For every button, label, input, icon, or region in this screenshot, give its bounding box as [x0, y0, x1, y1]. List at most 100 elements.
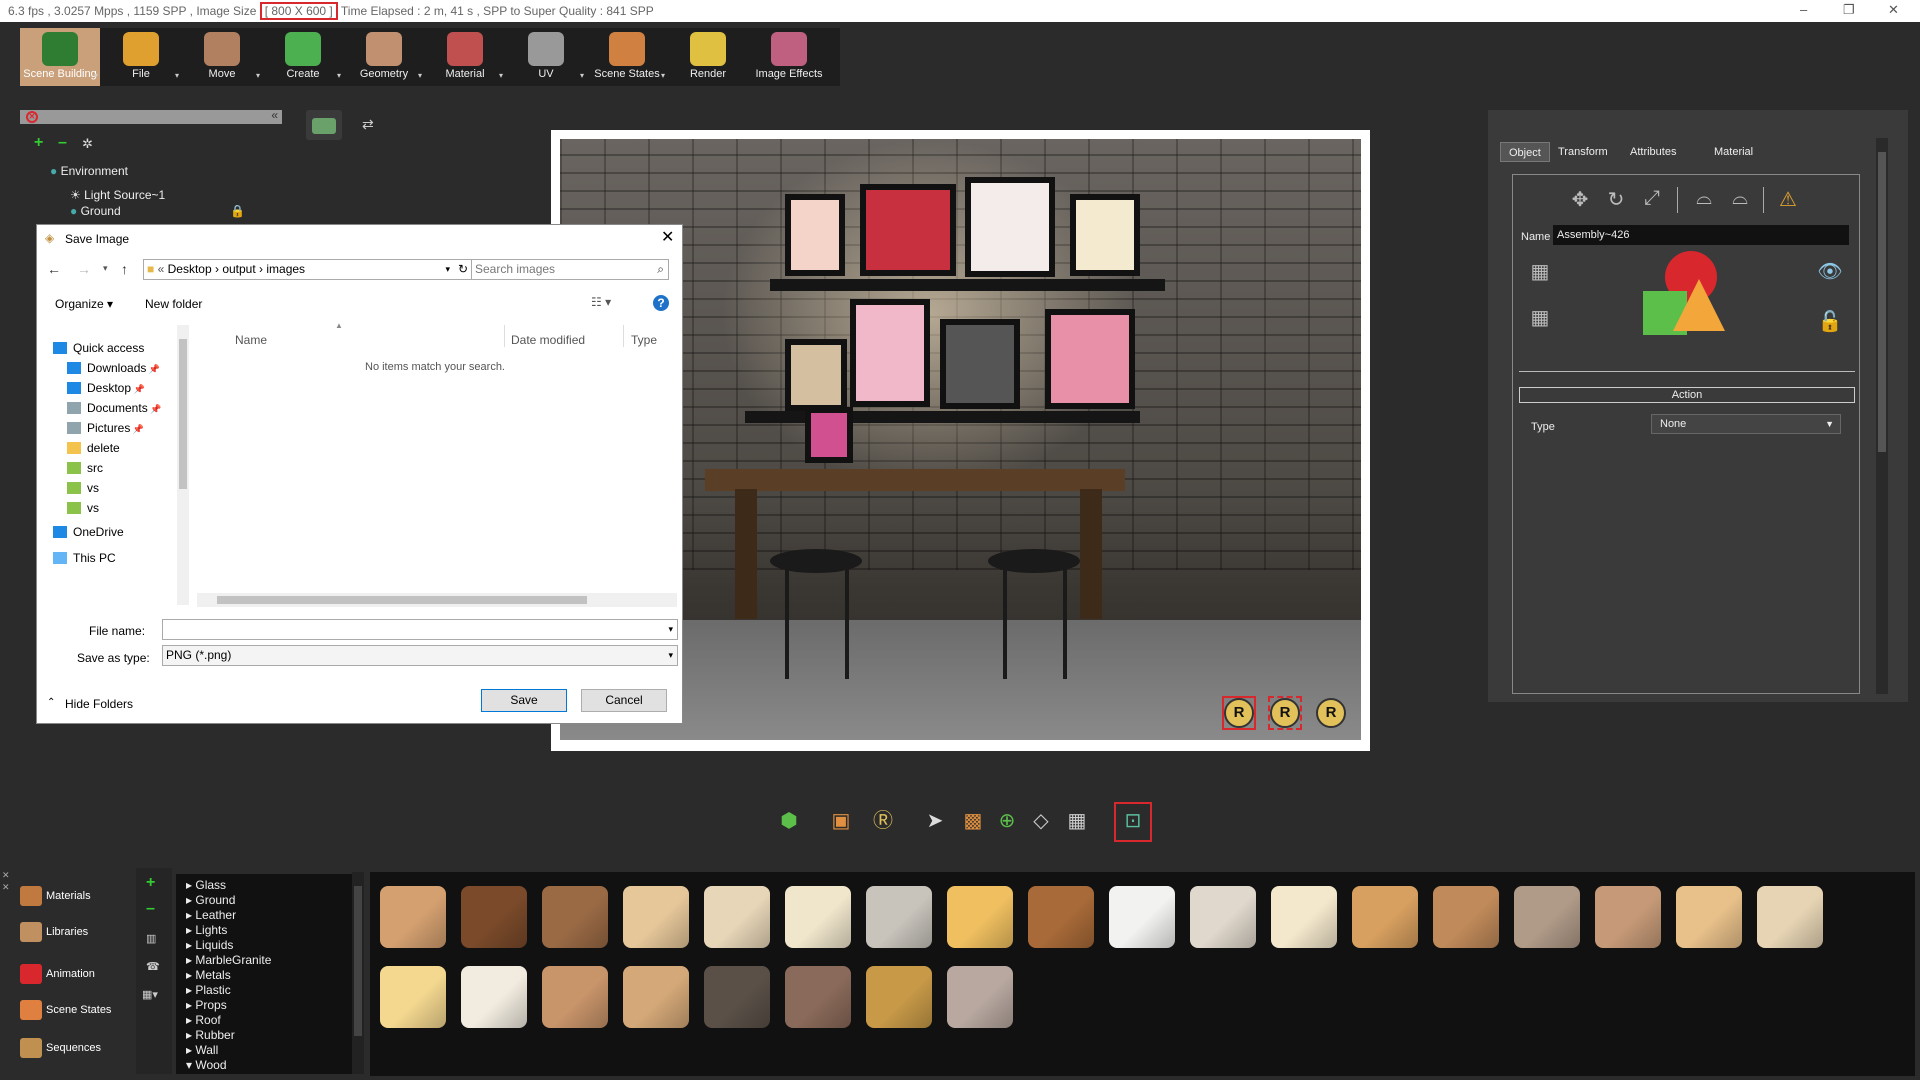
- close-panel-icon[interactable]: ✕: [26, 111, 38, 123]
- save-button[interactable]: Save: [481, 689, 567, 712]
- zoom-fit-icon[interactable]: ⊕: [992, 806, 1022, 836]
- texture-icon[interactable]: ▩: [958, 806, 988, 836]
- type-select[interactable]: None ▼: [1651, 414, 1841, 434]
- address-dropdown-icon[interactable]: ▾: [445, 260, 450, 279]
- pointer-icon[interactable]: ➤: [920, 806, 950, 836]
- category-item[interactable]: ▸ Props: [186, 998, 227, 1013]
- expand-icon[interactable]: ✕: [2, 882, 10, 893]
- category-item[interactable]: ▸ Metals: [186, 968, 231, 983]
- add-icon[interactable]: +: [146, 874, 155, 892]
- collapse-panel-icon[interactable]: «: [271, 108, 278, 122]
- view-options-icon[interactable]: ☷ ▾: [591, 295, 611, 309]
- material-swatch[interactable]: [1352, 886, 1418, 948]
- category-item[interactable]: ▸ Lights: [186, 923, 227, 938]
- nav-scrollbar[interactable]: [177, 325, 189, 605]
- expand-arrow-icon[interactable]: ▸: [186, 1043, 195, 1057]
- palette-icon[interactable]: ▦▾: [142, 988, 158, 1001]
- material-swatch[interactable]: [704, 886, 770, 948]
- frame-icon[interactable]: ▣: [826, 806, 856, 836]
- material-swatch[interactable]: [1676, 886, 1742, 948]
- nav-item-4[interactable]: Pictures 📌: [67, 417, 144, 439]
- library-side-item-1[interactable]: Libraries: [20, 916, 130, 948]
- expand-arrow-icon[interactable]: ▸: [186, 908, 195, 922]
- material-swatch[interactable]: [1190, 886, 1256, 948]
- rotate-icon[interactable]: ↻: [1603, 187, 1629, 213]
- snap-rotate-icon[interactable]: ⌓: [1727, 187, 1753, 213]
- column-date[interactable]: Date modified: [511, 333, 585, 347]
- lock-icon[interactable]: 🔒: [230, 204, 245, 218]
- render-icon[interactable]: Ⓡ: [868, 806, 898, 836]
- wireframe-icon[interactable]: ◇: [1026, 806, 1056, 836]
- dropdown-chevron-icon[interactable]: ▾: [175, 71, 179, 80]
- properties-scrollbar[interactable]: [1876, 138, 1888, 694]
- dropdown-chevron-icon[interactable]: ▾: [418, 71, 422, 80]
- dropdown-chevron-icon[interactable]: ▾: [256, 71, 260, 80]
- expand-arrow-icon[interactable]: ▸: [186, 938, 195, 952]
- material-swatch[interactable]: [866, 886, 932, 948]
- material-swatch[interactable]: [947, 886, 1013, 948]
- nav-item-0[interactable]: Quick access: [53, 337, 144, 359]
- library-side-item-0[interactable]: Materials: [20, 880, 130, 912]
- move-icon[interactable]: ✥: [1567, 187, 1593, 213]
- category-item[interactable]: ▸ Roof: [186, 1013, 221, 1028]
- toolbar-button-7[interactable]: Scene States ▾: [587, 28, 667, 86]
- material-swatch[interactable]: [623, 886, 689, 948]
- recent-chevron-icon[interactable]: ▾: [103, 263, 108, 274]
- breadcrumb-output[interactable]: output: [222, 262, 255, 276]
- tab-attributes[interactable]: Attributes: [1622, 142, 1684, 162]
- save-type-select[interactable]: PNG (*.png) ▾: [162, 645, 678, 666]
- back-icon[interactable]: ←: [47, 261, 61, 277]
- expand-arrow-icon[interactable]: ▸: [186, 1028, 195, 1042]
- dropdown-chevron-icon[interactable]: ▾: [661, 71, 665, 80]
- column-type[interactable]: Type: [631, 333, 657, 347]
- material-swatch[interactable]: [947, 966, 1013, 1028]
- scale-icon[interactable]: ⤢: [1639, 187, 1665, 213]
- expand-arrow-icon[interactable]: ▸: [186, 968, 195, 982]
- category-item[interactable]: ▸ Rubber: [186, 1028, 235, 1043]
- tab-material[interactable]: Material: [1706, 142, 1761, 162]
- address-bar[interactable]: ■ « Desktop › output › images ▾ ↻: [143, 259, 473, 280]
- phone-icon[interactable]: ☎: [146, 960, 160, 973]
- toolbar-button-6[interactable]: UV ▾: [506, 28, 586, 86]
- refresh-icon[interactable]: ↻: [458, 260, 468, 279]
- ungroup-icon[interactable]: ▦: [1527, 305, 1553, 331]
- material-swatch[interactable]: [785, 886, 851, 948]
- warning-icon[interactable]: ⚠: [1775, 187, 1801, 213]
- expand-arrow-icon[interactable]: ▸: [186, 893, 195, 907]
- dropdown-chevron-icon[interactable]: ▾: [94, 71, 98, 80]
- toolbar-button-0[interactable]: Scene Building ▾: [20, 28, 100, 86]
- material-swatch[interactable]: [623, 966, 689, 1028]
- expand-arrow-icon[interactable]: ▸: [186, 983, 195, 997]
- name-input[interactable]: Assembly~426: [1553, 225, 1849, 245]
- library-side-item-2[interactable]: Animation: [20, 958, 130, 990]
- camera-icon[interactable]: [306, 110, 342, 140]
- cancel-button[interactable]: Cancel: [581, 689, 667, 712]
- toolbar-button-5[interactable]: Material ▾: [425, 28, 505, 86]
- toolbar-button-1[interactable]: File ▾: [101, 28, 181, 86]
- render-remove-icon[interactable]: R: [1316, 698, 1346, 728]
- category-item[interactable]: ▸ Plastic: [186, 983, 231, 998]
- remove-icon[interactable]: –: [58, 134, 67, 152]
- expand-arrow-icon[interactable]: ▸: [186, 923, 195, 937]
- group-icon[interactable]: ▦: [1527, 259, 1553, 285]
- dropdown-chevron-icon[interactable]: ▾: [337, 71, 341, 80]
- material-swatch[interactable]: [1028, 886, 1094, 948]
- render-add-icon[interactable]: R: [1224, 698, 1254, 728]
- material-swatch[interactable]: [542, 886, 608, 948]
- category-item[interactable]: ▸ Leather: [186, 908, 236, 923]
- material-swatch[interactable]: [1271, 886, 1337, 948]
- breadcrumb-images[interactable]: images: [266, 262, 305, 276]
- snap-icon[interactable]: ⌓: [1691, 187, 1717, 213]
- tree-item-environment[interactable]: ● Environment: [50, 164, 128, 178]
- material-swatch[interactable]: [380, 966, 446, 1028]
- material-swatch[interactable]: [785, 966, 851, 1028]
- category-item[interactable]: ▸ Ground: [186, 893, 235, 908]
- up-icon[interactable]: ↑: [121, 261, 128, 277]
- material-swatch[interactable]: [1433, 886, 1499, 948]
- column-name[interactable]: Name: [235, 333, 267, 347]
- library-side-item-4[interactable]: Sequences: [20, 1032, 130, 1064]
- primitive-icon[interactable]: ⬢: [774, 806, 804, 836]
- material-swatch[interactable]: [1595, 886, 1661, 948]
- visibility-icon[interactable]: 👁: [1817, 259, 1843, 285]
- screenshot-icon[interactable]: ⊡: [1118, 806, 1148, 836]
